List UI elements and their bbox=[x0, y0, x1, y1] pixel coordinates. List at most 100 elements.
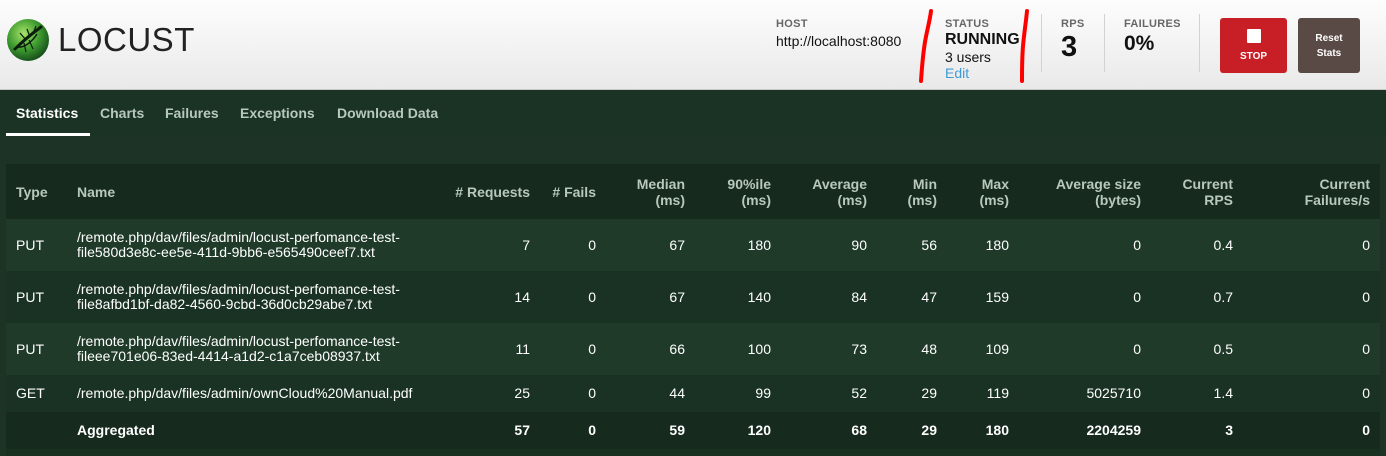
cell-fails: 0 bbox=[588, 340, 596, 357]
cell-type: PUT bbox=[16, 340, 44, 357]
cell-median: 66 bbox=[669, 340, 685, 357]
name-line-1: /remote.php/dav/files/admin/locust-perfo… bbox=[77, 333, 400, 349]
cell-current-rps: 0.5 bbox=[1213, 340, 1233, 357]
locust-logo: LOCUST bbox=[6, 18, 195, 62]
stats-table: Type Name # Requests # Fails Median (ms)… bbox=[6, 164, 1380, 449]
col-header-min[interactable]: Min (ms) bbox=[877, 164, 947, 219]
cell-requests: 7 bbox=[522, 236, 530, 253]
red-annotation-left-mark bbox=[919, 9, 933, 83]
header-divider bbox=[1104, 14, 1105, 72]
cell-avg-size: 5025710 bbox=[1086, 385, 1141, 401]
cell-90ile: 180 bbox=[747, 236, 771, 253]
cell-90ile: 99 bbox=[755, 385, 771, 401]
cell-name: /remote.php/dav/files/admin/ownCloud%20M… bbox=[77, 385, 413, 401]
rps-value: 3 bbox=[1061, 31, 1078, 63]
cell-name: /remote.php/dav/files/admin/locust-perfo… bbox=[67, 323, 428, 375]
status-label: STATUS bbox=[945, 18, 990, 30]
stop-icon bbox=[1246, 29, 1261, 43]
cell-max: 180 bbox=[985, 422, 1009, 438]
cell-average: 84 bbox=[851, 288, 867, 305]
cell-median: 67 bbox=[669, 288, 685, 305]
locust-logo-icon bbox=[7, 19, 49, 61]
col-header-max[interactable]: Max (ms) bbox=[947, 164, 1019, 219]
table-row: PUT /remote.php/dav/files/admin/locust-p… bbox=[6, 323, 1380, 375]
cell-current-failures: 0 bbox=[1362, 422, 1370, 438]
rps-label: RPS bbox=[1061, 18, 1085, 30]
name-line-2: file580d3e8c-ee5e-411d-9bb6-e565490ceef7… bbox=[77, 244, 375, 260]
cell-max: 119 bbox=[986, 385, 1009, 401]
cell-max: 109 bbox=[985, 340, 1009, 357]
table-row: PUT /remote.php/dav/files/admin/locust-p… bbox=[6, 271, 1380, 323]
cell-current-rps: 0.7 bbox=[1213, 288, 1233, 305]
stop-label: STOP bbox=[1239, 51, 1268, 62]
cell-min: 29 bbox=[921, 422, 937, 438]
failures-value: 0% bbox=[1124, 32, 1155, 55]
name-line-2: fileee701e06-83ed-4414-a1d2-c1a7ceb08937… bbox=[77, 348, 380, 364]
cell-90ile: 100 bbox=[747, 340, 771, 357]
table-row: GET /remote.php/dav/files/admin/ownCloud… bbox=[6, 375, 1380, 412]
cell-current-failures: 0 bbox=[1362, 288, 1370, 305]
cell-90ile: 140 bbox=[747, 288, 771, 305]
status-value: RUNNING bbox=[945, 31, 1020, 48]
cell-type: PUT bbox=[16, 236, 44, 253]
reset-stats-button[interactable]: Reset Stats bbox=[1298, 18, 1360, 73]
cell-requests: 11 bbox=[515, 340, 530, 357]
col-header-median[interactable]: Median (ms) bbox=[606, 164, 695, 219]
cell-current-failures: 0 bbox=[1362, 385, 1370, 401]
cell-fails: 0 bbox=[588, 236, 596, 253]
cell-avg-size: 2204259 bbox=[1086, 422, 1141, 438]
cell-min: 29 bbox=[921, 385, 937, 401]
cell-min: 48 bbox=[921, 340, 937, 357]
cell-current-rps: 0.4 bbox=[1213, 236, 1233, 253]
tab-download-data[interactable]: Download Data bbox=[337, 105, 438, 121]
header-divider bbox=[1199, 14, 1200, 72]
cell-requests: 57 bbox=[514, 422, 530, 438]
cell-fails: 0 bbox=[588, 422, 596, 438]
col-header-current-rps[interactable]: Current RPS bbox=[1151, 164, 1243, 219]
edit-link[interactable]: Edit bbox=[945, 65, 1020, 81]
cell-type bbox=[6, 412, 67, 449]
cell-requests: 25 bbox=[514, 385, 530, 401]
col-header-90ile[interactable]: 90%ile (ms) bbox=[695, 164, 781, 219]
failures-label: FAILURES bbox=[1124, 18, 1181, 30]
header-divider bbox=[1041, 14, 1042, 72]
red-annotation-right-mark bbox=[1020, 9, 1029, 83]
tab-exceptions[interactable]: Exceptions bbox=[240, 105, 315, 121]
name-line-2: file8afbd1bf-da82-4560-9cbd-36d0cb29abe7… bbox=[77, 296, 373, 312]
cell-current-failures: 0 bbox=[1362, 340, 1370, 357]
top-header: LOCUST HOST http://localhost:8080 STATUS… bbox=[0, 0, 1386, 90]
cell-max: 180 bbox=[985, 236, 1009, 253]
col-header-average[interactable]: Average (ms) bbox=[781, 164, 877, 219]
stats-table-panel: Type Name # Requests # Fails Median (ms)… bbox=[6, 164, 1380, 456]
cell-fails: 0 bbox=[588, 385, 596, 401]
stop-button[interactable]: STOP bbox=[1220, 18, 1287, 73]
user-count: 3 users bbox=[945, 49, 991, 65]
tab-bar: Statistics Charts Failures Exceptions Do… bbox=[0, 91, 1386, 135]
cell-current-failures: 0 bbox=[1362, 236, 1370, 253]
cell-average: 52 bbox=[851, 385, 867, 401]
name-line-1: /remote.php/dav/files/admin/locust-perfo… bbox=[77, 281, 400, 297]
cell-min: 56 bbox=[921, 236, 937, 253]
cell-avg-size: 0 bbox=[1133, 288, 1141, 305]
aggregated-row: Aggregated 57 0 59 120 68 29 180 2204259… bbox=[6, 412, 1380, 449]
col-header-avg-size[interactable]: Average size (bytes) bbox=[1019, 164, 1151, 219]
rps-box: RPS 3 bbox=[1061, 18, 1085, 64]
col-header-name[interactable]: Name bbox=[67, 164, 428, 219]
cell-current-rps: 3 bbox=[1225, 422, 1233, 438]
cell-name: /remote.php/dav/files/admin/locust-perfo… bbox=[67, 271, 428, 323]
tab-charts[interactable]: Charts bbox=[100, 105, 144, 121]
cell-median: 67 bbox=[669, 236, 685, 253]
cell-min: 47 bbox=[921, 288, 937, 305]
name-line-1: /remote.php/dav/files/admin/locust-perfo… bbox=[77, 229, 400, 245]
col-header-requests[interactable]: # Requests bbox=[428, 164, 540, 219]
table-header-row: Type Name # Requests # Fails Median (ms)… bbox=[6, 164, 1380, 219]
tab-statistics[interactable]: Statistics bbox=[16, 105, 78, 121]
col-header-current-failures[interactable]: Current Failures/s bbox=[1243, 164, 1380, 219]
cell-average: 90 bbox=[851, 236, 867, 253]
cell-requests: 14 bbox=[514, 288, 530, 305]
tab-failures[interactable]: Failures bbox=[165, 105, 219, 121]
col-header-fails[interactable]: # Fails bbox=[540, 164, 606, 219]
failures-box: FAILURES 0% bbox=[1124, 18, 1181, 56]
col-header-type[interactable]: Type bbox=[6, 164, 67, 219]
cell-name: /remote.php/dav/files/admin/locust-perfo… bbox=[67, 219, 428, 271]
